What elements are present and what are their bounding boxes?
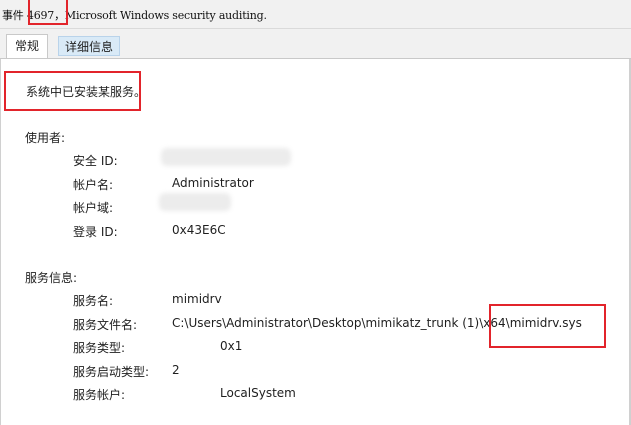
service-filename-label: 服务文件名: — [73, 318, 138, 332]
service-name-value: mimidrv — [172, 292, 222, 306]
window-titlebar: 事件 4697，Microsoft Windows security audit… — [0, 0, 631, 29]
service-type-value: 0x1 — [220, 339, 243, 353]
user-section-heading: 使用者: — [25, 131, 66, 145]
logon-id-label: 登录 ID: — [73, 225, 118, 239]
tab-general[interactable]: 常规 — [6, 34, 49, 58]
tab-details[interactable]: 详细信息 — [58, 36, 121, 56]
logon-id-value: 0x43E6C — [172, 223, 226, 237]
service-start-type-value: 2 — [172, 363, 180, 377]
account-name-label: 帐户名: — [73, 178, 114, 192]
service-name-label: 服务名: — [73, 294, 114, 308]
account-name-value: Administrator — [172, 176, 254, 190]
service-type-label: 服务类型: — [73, 341, 126, 355]
service-section-heading: 服务信息: — [25, 271, 78, 285]
account-domain-redacted — [159, 193, 231, 211]
service-account-label: 服务帐户: — [73, 388, 126, 402]
account-domain-label: 帐户域: — [73, 201, 114, 215]
window-title: 事件 4697，Microsoft Windows security audit… — [2, 9, 267, 22]
security-id-label: 安全 ID: — [73, 154, 118, 168]
service-start-type-label: 服务启动类型: — [73, 365, 150, 379]
service-filename-value: C:\Users\Administrator\Desktop\mimikatz_… — [172, 316, 582, 330]
tab-bar: 常规 详细信息 — [0, 29, 631, 59]
event-general-panel: 系统中已安装某服务。 使用者: 安全 ID: 帐户名: Administrato… — [0, 59, 631, 425]
service-account-value: LocalSystem — [220, 386, 296, 400]
security-id-redacted — [161, 148, 291, 166]
event-description: 系统中已安装某服务。 — [26, 85, 147, 99]
